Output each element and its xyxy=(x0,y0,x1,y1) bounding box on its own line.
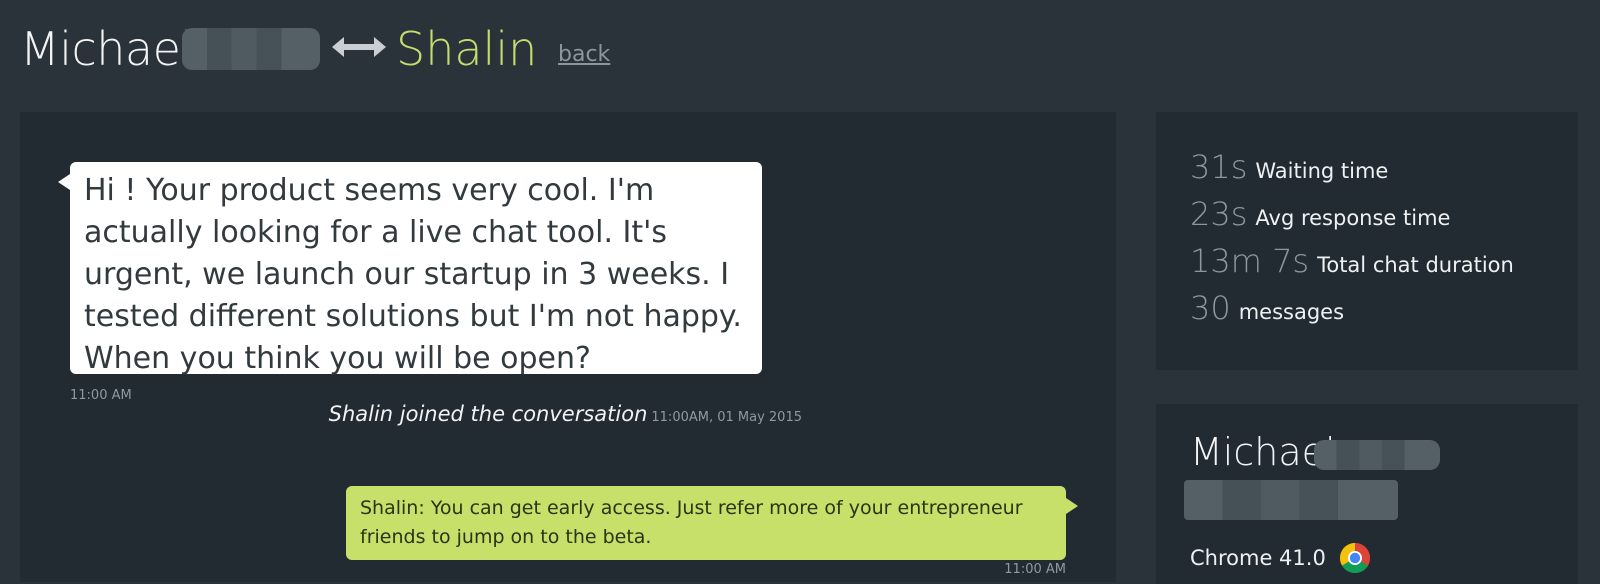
stat-value: 13m 7s xyxy=(1190,242,1310,280)
bubble-tail xyxy=(58,174,70,190)
outgoing-message-text: Shalin: You can get early access. Just r… xyxy=(360,497,1023,548)
browser-version: Chrome 41.0 xyxy=(1190,546,1326,570)
stat-messages-count: 30 messages xyxy=(1190,289,1344,333)
stat-value: 31s xyxy=(1190,148,1248,186)
redacted-surname xyxy=(1314,440,1440,470)
incoming-message-bubble: Hi ! Your product seems very cool. I'm a… xyxy=(58,162,762,376)
outgoing-message-bubble: Shalin: You can get early access. Just r… xyxy=(346,486,1078,560)
event-timestamp: 11:00AM, 01 May 2015 xyxy=(651,410,802,425)
agent-joined-event: Shalin joined the conversation 11:00AM, 0… xyxy=(220,402,802,426)
stat-avg-response-time: 23s Avg response time xyxy=(1190,195,1450,239)
outgoing-message-time: 11:00 AM xyxy=(1004,562,1066,577)
visitor-info-panel: Michael Chrome 41.0 xyxy=(1156,404,1578,584)
double-arrow-icon xyxy=(332,37,386,57)
stat-label: Waiting time xyxy=(1255,159,1389,183)
browser-info: Chrome 41.0 xyxy=(1190,542,1371,578)
event-text: Shalin joined the conversation xyxy=(328,402,648,426)
redacted-contact xyxy=(1184,480,1398,520)
stat-label: Total chat duration xyxy=(1317,253,1514,277)
chat-stats-panel: 31s Waiting time 23s Avg response time 13m… xyxy=(1156,112,1578,370)
stat-total-duration: 13m 7s Total chat duration xyxy=(1190,242,1514,286)
stat-value: 23s xyxy=(1190,195,1248,233)
chat-transcript-panel[interactable]: Hi ! Your product seems very cool. I'm a… xyxy=(20,112,1116,582)
incoming-message-time: 11:00 AM xyxy=(70,388,132,403)
stat-waiting-time: 31s Waiting time xyxy=(1190,148,1388,192)
chrome-icon xyxy=(1339,543,1370,574)
bubble-tail xyxy=(1066,498,1078,514)
stat-label: Avg response time xyxy=(1255,206,1451,230)
stat-label: messages xyxy=(1238,300,1345,324)
visitor-title-name: Michael xyxy=(20,22,193,76)
back-link[interactable]: back xyxy=(558,42,610,67)
agent-title-name: Shalin xyxy=(396,22,538,76)
header: Michael Shalin back xyxy=(20,18,1020,82)
incoming-message-text: Hi ! Your product seems very cool. I'm a… xyxy=(84,173,742,376)
stat-value: 30 xyxy=(1190,289,1231,327)
redacted-surname xyxy=(182,28,320,70)
